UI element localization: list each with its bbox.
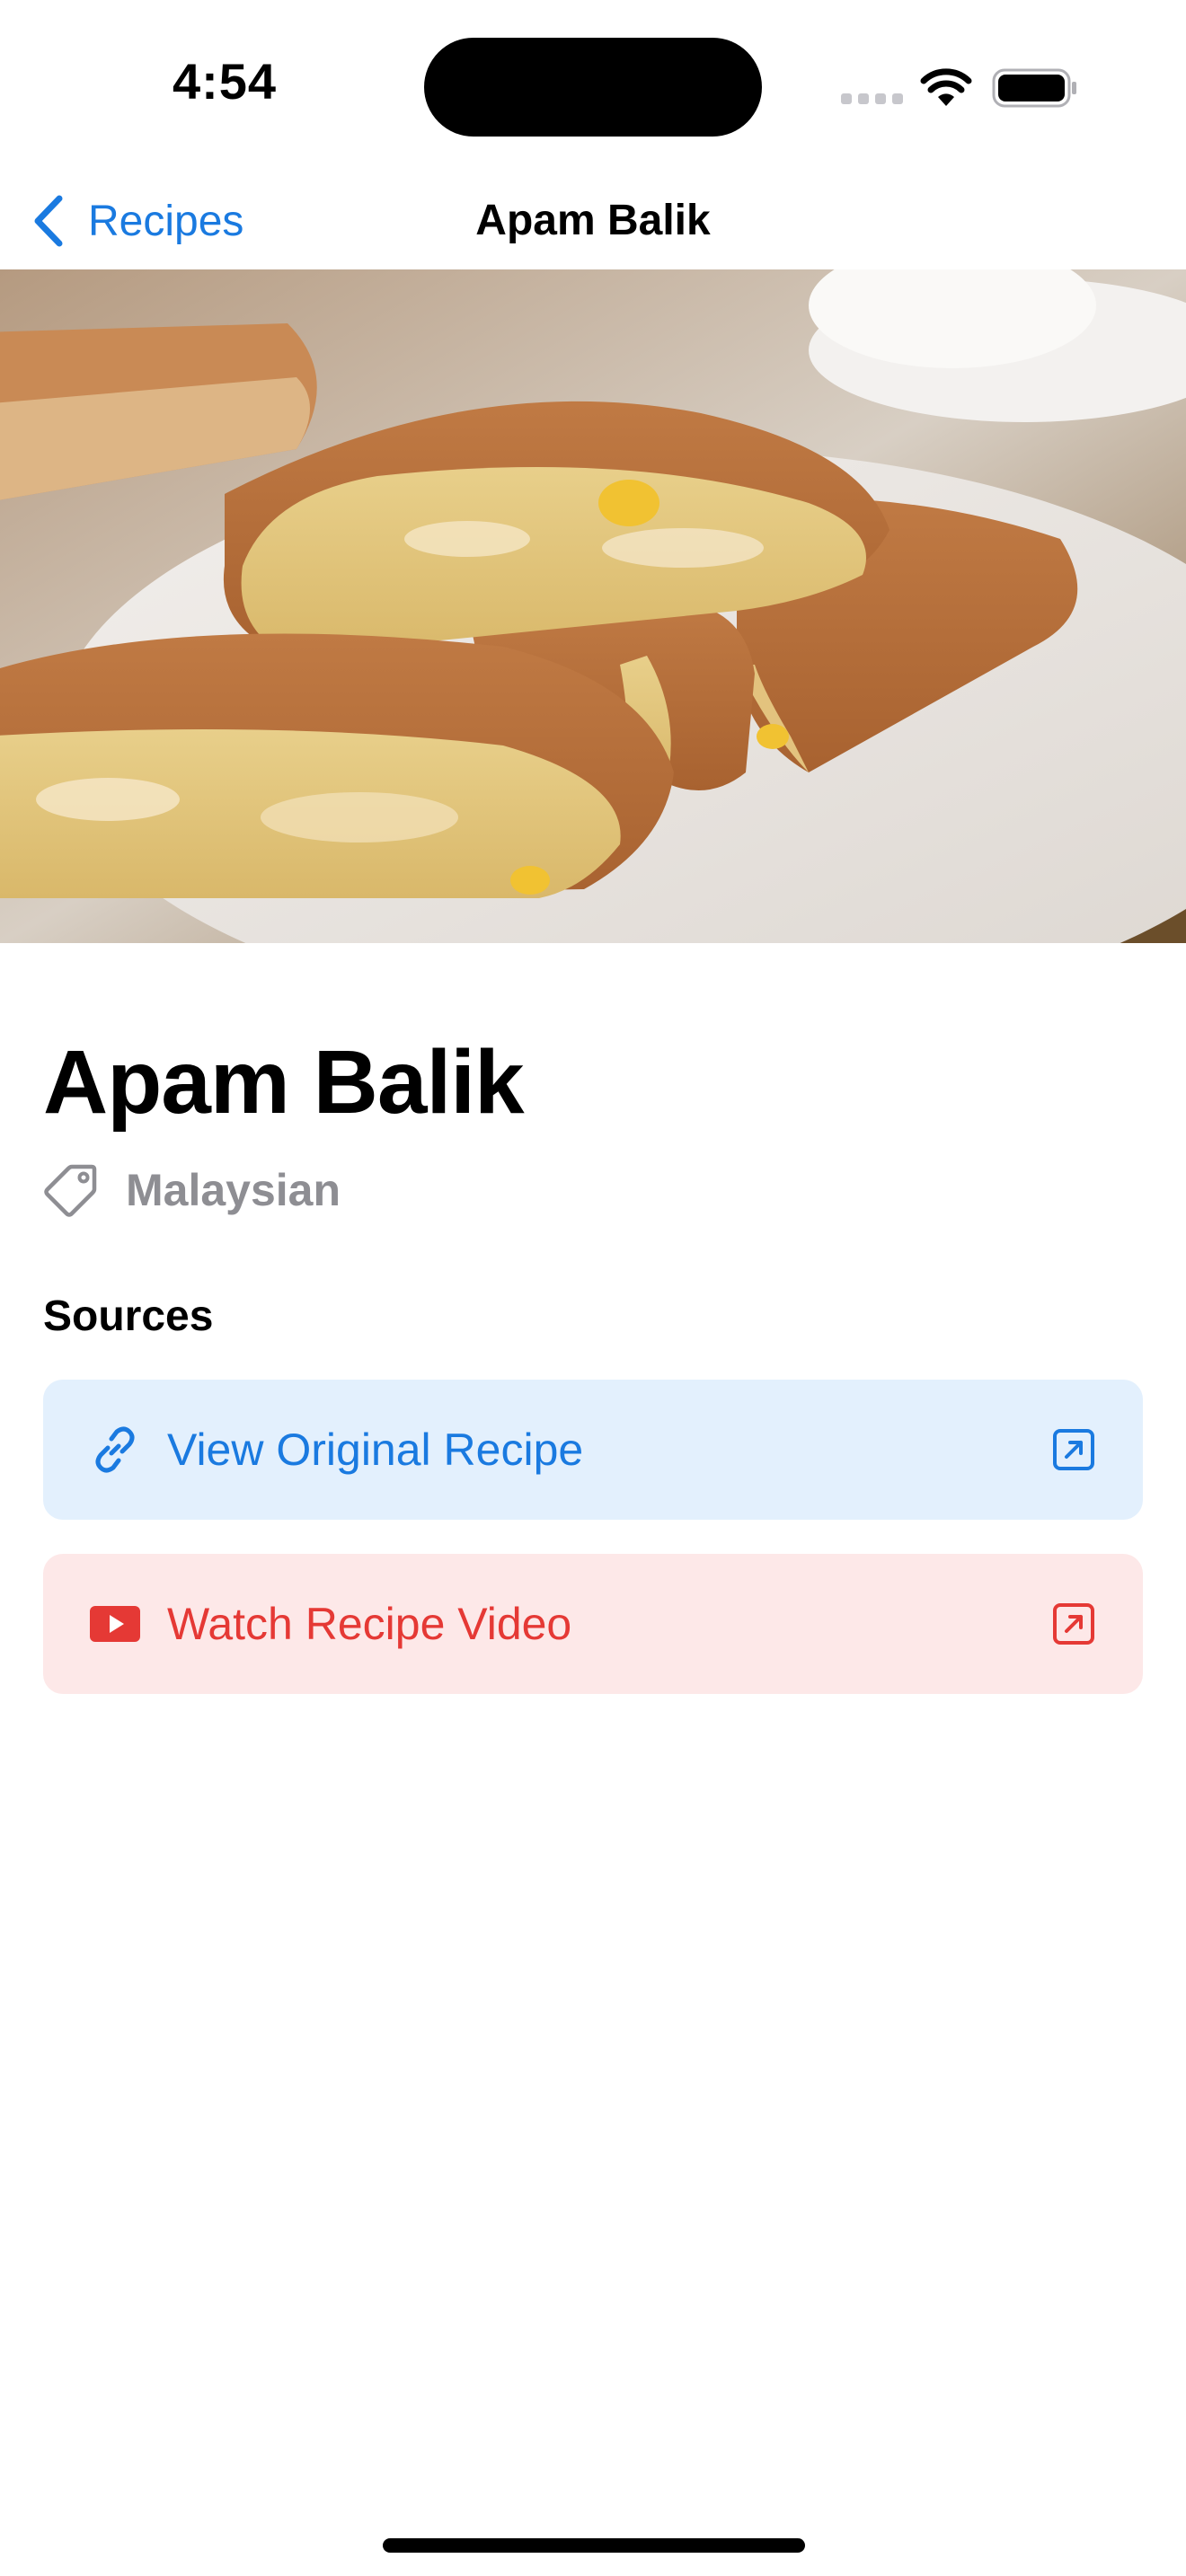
watch-recipe-video-button[interactable]: Watch Recipe Video [43,1554,1143,1694]
chevron-left-icon [34,195,63,247]
wifi-icon [920,68,972,106]
recipe-title: Apam Balik [43,1032,525,1133]
cuisine-label: Malaysian [126,1165,341,1215]
recipe-hero-image [0,269,1186,943]
view-original-recipe-label: View Original Recipe [167,1425,584,1475]
nav-title: Apam Balik [475,197,711,244]
back-button[interactable]: Recipes [32,185,243,257]
cellular-signal-icon [841,93,903,104]
sources-heading: Sources [43,1292,214,1340]
link-icon [95,1426,135,1473]
back-button-label: Recipes [88,197,244,245]
watch-recipe-video-label: Watch Recipe Video [167,1599,572,1649]
dynamic-island [424,38,762,137]
view-original-recipe-button[interactable]: View Original Recipe [43,1380,1143,1520]
status-bar: 4:54 [0,0,1186,171]
apam-balik-photo [0,269,1186,943]
external-link-icon [1053,1429,1094,1470]
external-link-icon [1053,1603,1094,1645]
battery-icon [992,68,1076,108]
status-time: 4:54 [172,53,278,110]
navigation-bar: Recipes Apam Balik [0,171,1186,269]
youtube-icon [90,1606,140,1642]
cuisine-row: Malaysian [43,1159,341,1222]
home-indicator[interactable] [383,2538,805,2553]
tag-icon [44,1164,97,1217]
